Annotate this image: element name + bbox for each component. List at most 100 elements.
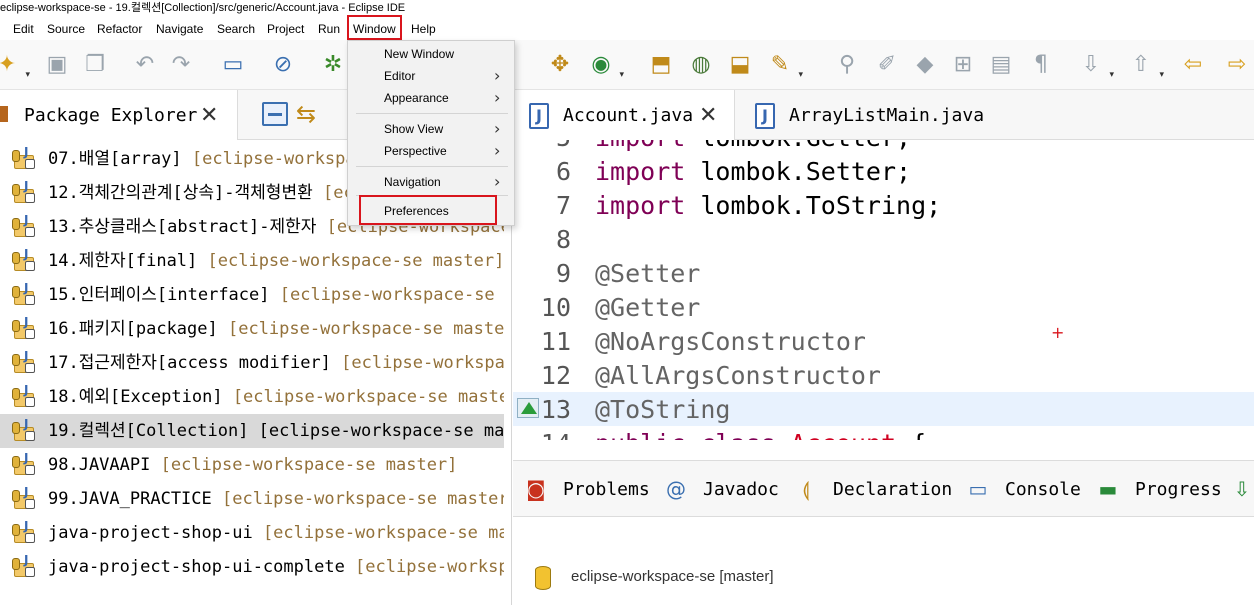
tab-arraylistmain-java[interactable]: J ArrayListMain.java [739, 90, 999, 140]
menu-item-label: Perspective [384, 144, 447, 158]
code-text: @Setter [595, 259, 701, 288]
project-label: java-project-shop-ui [eclipse-workspace-… [48, 523, 504, 543]
redo-icon[interactable]: ↷ [166, 50, 196, 80]
back-icon[interactable]: ⇦ [1178, 50, 1208, 80]
menu-help[interactable]: Help [411, 22, 436, 36]
menu-source[interactable]: Source [47, 22, 85, 36]
java-project-icon: J [12, 519, 36, 545]
java-project-icon: J [12, 349, 36, 375]
project-repo: [eclipse-workspace-se master] [211, 489, 504, 509]
block-selection-icon[interactable]: ⊞ [948, 50, 978, 80]
download-icon: ⇩ [1233, 477, 1251, 501]
toggle-mark-icon[interactable]: ◆ [910, 50, 940, 80]
open-type-icon[interactable]: ⬒ [646, 50, 676, 80]
link-with-editor-icon[interactable]: ⇆ [296, 100, 316, 128]
tab-problems[interactable]: ◙ Problems [523, 475, 653, 503]
project-name: 18.예외[Exception] [48, 387, 223, 407]
run-icon[interactable]: ◉ ▾ [586, 50, 624, 80]
java-project-icon: J [12, 553, 36, 579]
menu-item-navigation[interactable]: Navigation › [348, 171, 514, 193]
menu-item-show-view[interactable]: Show View › [348, 118, 514, 140]
line-number: 5 [513, 140, 571, 152]
code-editor[interactable]: 5 import lombok.Getter; 6 import lombok.Set… [513, 140, 1254, 440]
tab-label: Account.java [563, 105, 694, 126]
menu-item-label: Show View [384, 122, 444, 136]
show-whitespace-icon[interactable]: ¶ [1026, 50, 1056, 80]
tab-javadoc[interactable]: @ Javadoc [663, 475, 779, 503]
project-label: 16.패키지[package] [eclipse-workspace-se ma… [48, 319, 504, 339]
project-label: 18.예외[Exception] [eclipse-workspace-se m… [48, 387, 504, 407]
close-icon[interactable]: ✕ [699, 103, 717, 128]
code-text: public class Account { [595, 429, 926, 440]
line-number: 10 [540, 293, 571, 322]
project-row[interactable]: Jjava-project-shop-ui-complete [eclipse-… [0, 550, 504, 584]
bottom-panel-tabs: ◙ Problems @ Javadoc ⟬ Declaration ▭ Con… [513, 461, 1254, 517]
code-line: 12 @AllArgsConstructor [513, 358, 1254, 392]
window-menu-dropdown: New Window Editor › Appearance › Show Vi… [347, 40, 515, 226]
menu-project[interactable]: Project [267, 22, 304, 36]
menu-refactor[interactable]: Refactor [97, 22, 142, 36]
previous-annotation-icon[interactable]: ⇧ ▾ [1126, 50, 1164, 80]
line-number: 14 [513, 429, 571, 440]
project-repo: [eclipse-workspace-se master] [262, 523, 504, 543]
menu-run[interactable]: Run [318, 22, 340, 36]
tab-label: Console [1005, 479, 1081, 500]
project-row[interactable]: J 19.컬렉션[Collection] [eclipse-workspace-s… [0, 414, 504, 448]
tab-package-explorer[interactable]: Package Explorer ✕ [0, 90, 238, 140]
forward-icon[interactable]: ⇨ [1222, 50, 1252, 80]
chevron-right-icon: › [494, 141, 501, 160]
edit-icon[interactable]: ✐ [872, 50, 902, 80]
project-label: 15.인터페이스[interface] [eclipse-workspace-s… [48, 285, 504, 305]
menu-item-appearance[interactable]: Appearance › [348, 87, 514, 109]
line-number: 13 [540, 395, 571, 424]
save-all-icon[interactable]: ❐ [80, 50, 110, 80]
search-icon[interactable]: ✎ ▾ [765, 50, 803, 80]
project-row[interactable]: Jjava-project-shop-ui [eclipse-workspace… [0, 516, 504, 550]
tab-account-java[interactable]: J Account.java ✕ [513, 90, 735, 140]
menu-item-editor[interactable]: Editor › [348, 65, 514, 87]
skip-breakpoints-icon[interactable]: ⊘ [268, 50, 298, 80]
menu-window[interactable]: Window [347, 15, 402, 40]
package-icon [0, 106, 8, 122]
tab-console[interactable]: ▭ Console [965, 475, 1081, 503]
close-icon[interactable]: ✕ [200, 103, 218, 128]
project-repo: [eclipse-workspace-se master] [279, 285, 504, 305]
code-line: 8 [513, 222, 1254, 256]
menu-item-preferences[interactable]: Preferences [359, 195, 497, 225]
new-java-package-icon[interactable]: ✥ [545, 50, 575, 80]
tab-progress[interactable]: ▬ Progress [1095, 475, 1222, 503]
line-number: 6 [555, 157, 571, 186]
project-row[interactable]: J 18.예외[Exception] [eclipse-workspace-se … [0, 380, 504, 414]
project-row[interactable]: J 98.JAVAAPI [eclipse-workspace-se master… [0, 448, 504, 482]
project-row[interactable]: J 17.접근제한자[access modifier] [eclipse-work… [0, 346, 504, 380]
open-resource-icon[interactable]: ⬓ [725, 50, 755, 80]
new-icon[interactable]: ✦ ▾ [0, 50, 30, 80]
collapse-all-icon[interactable] [262, 102, 288, 126]
open-task-icon[interactable]: ◍ [686, 50, 716, 80]
menu-item-label: New Window [384, 47, 455, 61]
terminal-icon[interactable]: ▭ [218, 50, 248, 80]
project-row[interactable]: J 16.패키지[package] [eclipse-workspace-se m… [0, 312, 504, 346]
menu-edit[interactable]: Edit [13, 22, 34, 36]
menu-search[interactable]: Search [217, 22, 255, 36]
menu-item-new-window[interactable]: New Window [348, 43, 514, 65]
tab-declaration[interactable]: ⟬ Declaration [793, 475, 952, 503]
java-project-icon: J [12, 145, 36, 171]
java-project-icon: J [12, 281, 36, 307]
undo-icon[interactable]: ↶ [130, 50, 160, 80]
package-explorer-title: Package Explorer [24, 105, 198, 126]
tab-git-staging[interactable]: ⇩ [1229, 475, 1254, 503]
menu-item-perspective[interactable]: Perspective › [348, 140, 514, 162]
word-wrap-icon[interactable]: ▤ [986, 50, 1016, 80]
pin-icon[interactable]: ⚲ [832, 50, 862, 80]
tab-label: Problems [563, 479, 650, 500]
menu-navigate[interactable]: Navigate [156, 22, 203, 36]
project-label: java-project-shop-ui-complete [eclipse-w… [48, 557, 504, 577]
project-row[interactable]: J 14.제한자[final] [eclipse-workspace-se mas… [0, 244, 504, 278]
menu-item-label: Navigation [384, 175, 441, 189]
debug-icon[interactable]: ✲ [318, 50, 348, 80]
project-row[interactable]: J 99.JAVA_PRACTICE [eclipse-workspace-se … [0, 482, 504, 516]
project-row[interactable]: J 15.인터페이스[interface] [eclipse-workspace-… [0, 278, 504, 312]
next-annotation-icon[interactable]: ⇩ ▾ [1076, 50, 1114, 80]
save-icon[interactable]: ▣ [42, 50, 72, 80]
